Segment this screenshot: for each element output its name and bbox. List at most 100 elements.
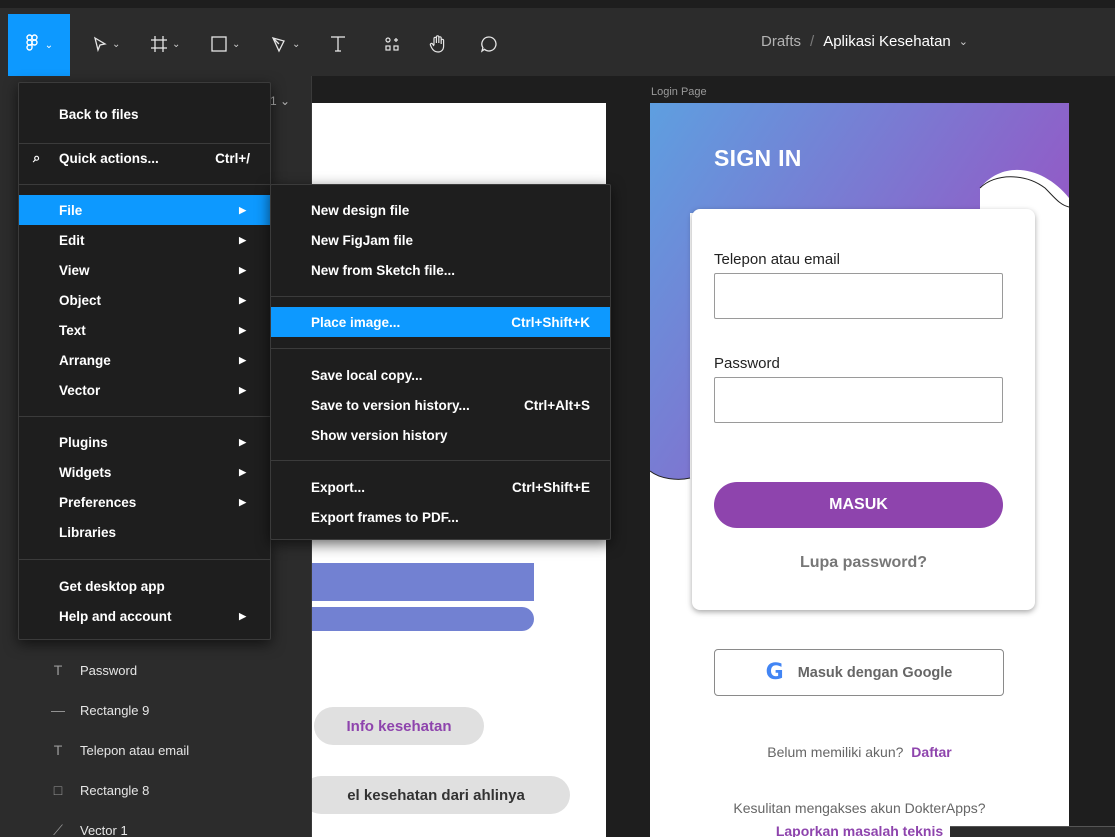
daftar-link[interactable]: Daftar (911, 744, 951, 760)
chevron-down-icon: ⌄ (44, 39, 54, 51)
chevron-right-icon: ▶ (239, 354, 246, 365)
horizontal-scrollbar[interactable] (950, 826, 1115, 837)
menu-label: New FigJam file (311, 232, 414, 248)
login-card: Telepon atau email Password MASUK Lupa p… (692, 209, 1035, 610)
menu-item-quick-actions[interactable]: ⌕ Quick actions... Ctrl+/ (19, 143, 270, 173)
hand-tool[interactable] (428, 27, 448, 61)
menu-label: Get desktop app (59, 578, 165, 594)
menu-shortcut: Ctrl+/ (215, 150, 250, 166)
masuk-button[interactable]: MASUK (714, 482, 1003, 528)
frame-icon (150, 35, 168, 53)
frame-label[interactable]: Login Page (651, 86, 707, 98)
phone-email-input[interactable] (714, 273, 1003, 319)
chevron-right-icon: ▶ (239, 436, 246, 447)
menu-shortcut: Ctrl+Shift+K (511, 314, 590, 330)
rectangle-icon (210, 35, 228, 53)
google-signin-button[interactable]: G Masuk dengan Google (714, 649, 1004, 696)
menu-label: File (59, 202, 83, 218)
toolbar: ⌄ ⌄ ⌄ ⌄ ⌄ Drafts / Aplikasi Kesehatan ⌄ (0, 0, 1115, 76)
info-kesehatan-pill: Info kesehatan (314, 707, 484, 745)
layer-item[interactable]: T Telepon atau email (48, 738, 189, 762)
menu-shortcut: Ctrl+Alt+S (523, 397, 590, 413)
vector-layer-icon: ⟋ (53, 821, 63, 837)
menu-item-place-image[interactable]: Place image... Ctrl+Shift+K (271, 307, 610, 337)
comment-tool[interactable] (480, 27, 498, 61)
menu-item-new-figjam-file[interactable]: New FigJam file (271, 225, 610, 255)
chevron-right-icon: ▶ (239, 324, 246, 335)
frame-tool[interactable]: ⌄ (150, 27, 180, 61)
menu-item-export-frames-pdf[interactable]: Export frames to PDF... (271, 502, 610, 532)
menu-item-widgets[interactable]: Widgets ▶ (19, 457, 270, 487)
shape-tool[interactable]: ⌄ (210, 27, 240, 61)
menu-label: Text (59, 322, 86, 338)
menu-item-edit[interactable]: Edit ▶ (19, 225, 270, 255)
menu-label: Plugins (59, 434, 108, 450)
progress-bar-shape (312, 607, 534, 631)
menu-label: View (59, 262, 90, 278)
chevron-right-icon: ▶ (239, 204, 246, 215)
menu-item-arrange[interactable]: Arrange ▶ (19, 345, 270, 375)
menu-item-export[interactable]: Export... Ctrl+Shift+E (271, 472, 610, 502)
google-button-label: Masuk dengan Google (797, 664, 953, 681)
text-icon (330, 35, 346, 53)
layer-item[interactable]: □ Rectangle 8 (48, 778, 150, 802)
layer-label: Telepon atau email (80, 742, 190, 758)
menu-divider (271, 348, 610, 349)
banner-rectangle (312, 563, 534, 601)
pen-tool[interactable]: ⌄ (270, 27, 300, 61)
menu-shortcut: Ctrl+Shift+E (511, 479, 590, 495)
text-tool[interactable] (330, 27, 346, 61)
chevron-down-icon: ⌄ (292, 38, 301, 50)
menu-label: Object (59, 292, 102, 308)
main-menu-button[interactable]: ⌄ (8, 14, 70, 76)
menu-item-plugins[interactable]: Plugins ▶ (19, 427, 270, 457)
menu-item-view[interactable]: View ▶ (19, 255, 270, 285)
menu-item-save-local-copy[interactable]: Save local copy... (271, 360, 610, 390)
layer-item[interactable]: ⟋ Vector 1 (48, 818, 128, 837)
pen-icon (270, 35, 288, 53)
resources-tool[interactable] (384, 27, 400, 61)
menu-item-get-desktop-app[interactable]: Get desktop app (19, 571, 270, 601)
menu-item-back-to-files[interactable]: Back to files (19, 99, 270, 129)
menu-item-text[interactable]: Text ▶ (19, 315, 270, 345)
menu-divider (19, 416, 270, 417)
main-menu: Back to files ⌕ Quick actions... Ctrl+/ … (18, 82, 271, 640)
page-selector[interactable]: 1 ⌄ (270, 94, 290, 108)
layer-item[interactable]: — Rectangle 9 (48, 698, 149, 722)
menu-item-object[interactable]: Object ▶ (19, 285, 270, 315)
breadcrumb-separator: / (810, 33, 815, 50)
menu-item-libraries[interactable]: Libraries (19, 517, 270, 547)
forgot-password-link[interactable]: Lupa password? (692, 554, 1035, 572)
menu-item-file[interactable]: File ▶ (19, 195, 270, 225)
chevron-down-icon: ⌄ (172, 38, 181, 50)
menu-item-new-design-file[interactable]: New design file (271, 195, 610, 225)
figma-window: ⌄ ⌄ ⌄ ⌄ ⌄ Drafts / Aplikasi Kesehatan ⌄ … (0, 0, 1115, 837)
layer-label: Rectangle 9 (80, 702, 150, 718)
menu-item-vector[interactable]: Vector ▶ (19, 375, 270, 405)
chevron-right-icon: ▶ (239, 466, 246, 477)
menu-item-help-and-account[interactable]: Help and account ▶ (19, 601, 270, 631)
menu-item-new-from-sketch[interactable]: New from Sketch file... (271, 255, 610, 285)
password-input[interactable] (714, 377, 1003, 423)
menu-label: Help and account (59, 608, 172, 624)
signup-text: Belum memiliki akun? (767, 744, 904, 760)
menu-item-show-version-history[interactable]: Show version history (271, 420, 610, 450)
layer-item[interactable]: T Password (48, 658, 137, 682)
layer-label: Vector 1 (80, 822, 128, 837)
breadcrumb: Drafts / Aplikasi Kesehatan ⌄ (761, 33, 968, 50)
google-icon: G (765, 660, 784, 685)
menu-item-preferences[interactable]: Preferences ▶ (19, 487, 270, 517)
menu-label: Save to version history... (311, 397, 470, 413)
menu-label: Export... (311, 479, 366, 495)
hand-icon (428, 34, 448, 54)
search-icon: ⌕ (33, 150, 41, 165)
file-name[interactable]: Aplikasi Kesehatan (823, 33, 951, 50)
login-frame[interactable]: SIGN IN Telepon atau email Password MASU… (650, 103, 1069, 837)
menu-label: Libraries (59, 524, 117, 540)
menu-divider (19, 559, 270, 560)
chevron-down-icon[interactable]: ⌄ (959, 35, 968, 48)
move-tool[interactable]: ⌄ (92, 27, 120, 61)
breadcrumb-drafts[interactable]: Drafts (761, 33, 801, 50)
menu-item-save-version-history[interactable]: Save to version history... Ctrl+Alt+S (271, 390, 610, 420)
menu-label: Export frames to PDF... (311, 509, 459, 525)
